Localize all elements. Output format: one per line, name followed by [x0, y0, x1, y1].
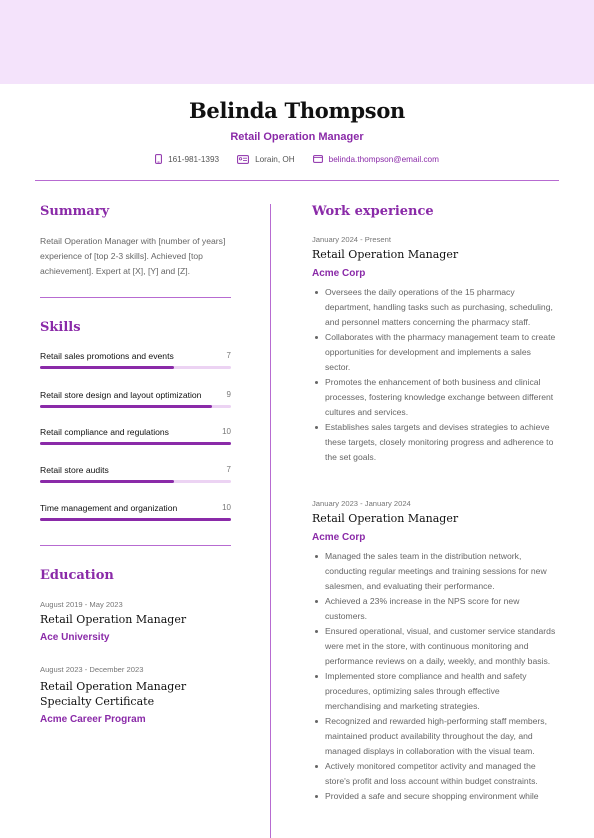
skill-value: 10: [222, 427, 231, 436]
job-bullet: Managed the sales team in the distributi…: [314, 549, 556, 594]
job-bullets: Managed the sales team in the distributi…: [314, 549, 556, 804]
job-bullet: Implemented store compliance and health …: [314, 669, 556, 714]
column-divider: [270, 204, 271, 838]
skill-item: Retail store design and layout optimizat…: [40, 390, 231, 410]
skill-label: Retail store design and layout optimizat…: [40, 390, 202, 400]
header-band: [0, 0, 594, 84]
work-heading: Work experience: [312, 204, 434, 219]
email-icon: [312, 155, 323, 163]
phone-number: 161-981-1393: [168, 154, 220, 164]
job-bullet: Oversees the daily operations of the 15 …: [314, 285, 556, 330]
job-bullets: Oversees the daily operations of the 15 …: [314, 285, 556, 465]
job-bullet: Achieved a 23% increase in the NPS score…: [314, 594, 556, 624]
education-date: August 2019 - May 2023: [40, 600, 123, 609]
skill-bar-fill: [40, 518, 231, 521]
skill-label: Retail compliance and regulations: [40, 427, 169, 437]
job-company: Acme Corp: [312, 268, 366, 279]
skill-value: 7: [226, 351, 231, 360]
skills-divider: [40, 545, 231, 546]
job-bullet: Provided a safe and secure shopping envi…: [314, 789, 556, 804]
education-school: Ace University: [40, 632, 110, 643]
skill-value: 7: [226, 465, 231, 474]
skill-item: Retail store audits 7: [40, 465, 231, 485]
job-bullet: Actively monitored competitor activity a…: [314, 759, 556, 789]
contact-row: 161-981-1393 Lorain, OH belinda.thompson…: [0, 154, 594, 164]
phone-icon: [155, 154, 162, 164]
skill-label: Retail sales promotions and events: [40, 351, 174, 361]
skill-bar-track: [40, 442, 231, 445]
skill-bar-track: [40, 405, 231, 408]
job-bullet: Establishes sales targets and devises st…: [314, 420, 556, 465]
skill-item: Retail compliance and regulations 10: [40, 427, 231, 447]
skill-value: 10: [222, 503, 231, 512]
skill-bar-fill: [40, 405, 212, 408]
education-heading: Education: [40, 568, 114, 583]
job-date: January 2023 - January 2024: [312, 499, 411, 508]
skill-label: Time management and organization: [40, 503, 178, 513]
candidate-title: Retail Operation Manager: [230, 131, 364, 143]
education-degree: Retail Operation Manager Specialty Certi…: [40, 680, 187, 708]
skill-bar-track: [40, 366, 231, 369]
contact-phone: 161-981-1393: [155, 154, 219, 164]
education-school: Acme Career Program: [40, 714, 146, 725]
education-degree: Retail Operation Manager: [40, 613, 187, 626]
skill-bar-fill: [40, 442, 231, 445]
candidate-name: Belinda Thompson: [188, 98, 406, 123]
job-company: Acme Corp: [312, 532, 366, 543]
job-title: Retail Operation Manager: [312, 248, 459, 261]
skill-label: Retail store audits: [40, 465, 109, 475]
skill-item: Retail sales promotions and events 7: [40, 351, 231, 371]
location-card-icon: [237, 154, 249, 164]
job-title: Retail Operation Manager: [312, 512, 459, 525]
job-bullet: Recognized and rewarded high-performing …: [314, 714, 556, 759]
header-divider: [35, 180, 559, 181]
location-text: Lorain, OH: [255, 154, 295, 164]
skill-value: 9: [226, 390, 231, 399]
skill-bar-track: [40, 518, 231, 521]
contact-location: Lorain, OH: [237, 154, 295, 164]
skills-heading: Skills: [40, 320, 81, 335]
skill-bar-track: [40, 480, 231, 483]
job-bullet: Ensured operational, visual, and custome…: [314, 624, 556, 669]
summary-text: Retail Operation Manager with [number of…: [40, 236, 226, 276]
job-bullet: Collaborates with the pharmacy managemen…: [314, 330, 556, 375]
skill-bar-fill: [40, 366, 174, 369]
skill-bar-fill: [40, 480, 174, 483]
education-date: August 2023 - December 2023: [40, 665, 144, 674]
summary-divider: [40, 297, 231, 298]
job-bullet: Promotes the enhancement of both busines…: [314, 375, 556, 420]
skill-item: Time management and organization 10: [40, 503, 231, 523]
summary-heading: Summary: [40, 204, 110, 219]
job-date: January 2024 - Present: [312, 235, 391, 244]
contact-email[interactable]: belinda.thompson@email.com: [312, 154, 439, 164]
email-link[interactable]: belinda.thompson@email.com: [329, 155, 439, 164]
